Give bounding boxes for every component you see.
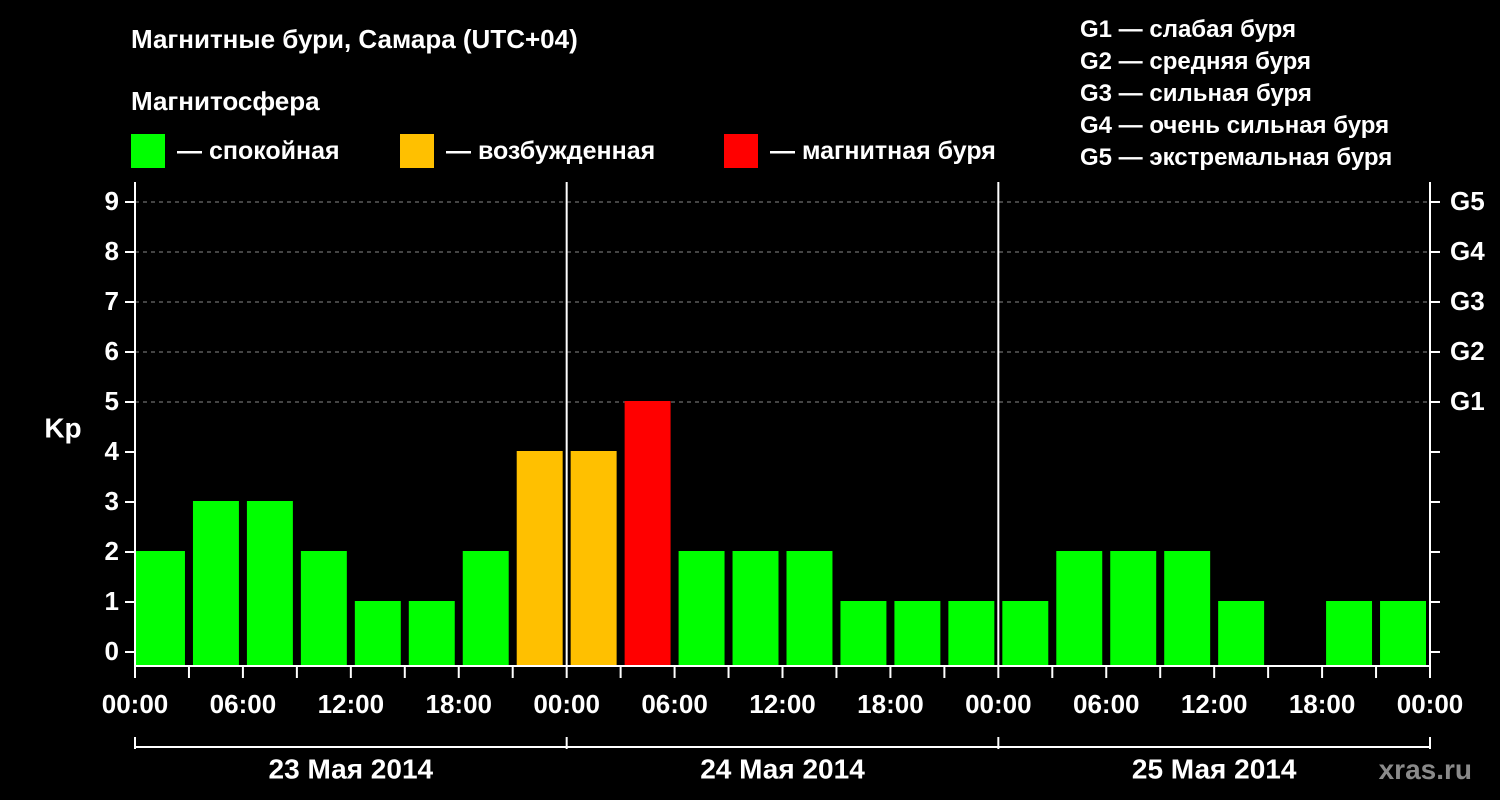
x-tick-label: 12:00 [749,689,816,719]
bar [732,551,779,666]
bar [624,401,671,666]
y-tick-label: 6 [105,336,119,366]
day-label: 25 Мая 2014 [1132,753,1297,784]
bar [1326,601,1373,666]
bar [354,601,401,666]
x-tick-label: 00:00 [533,689,600,719]
x-tick-label: 18:00 [857,689,924,719]
g-axis-label: G4 [1450,236,1485,266]
bar [1110,551,1157,666]
y-tick-label: 5 [105,386,119,416]
bar [192,501,239,666]
bar [135,551,185,666]
g-axis-label: G2 [1450,336,1485,366]
x-tick-label: 18:00 [1289,689,1356,719]
x-tick-label: 06:00 [210,689,277,719]
bar [894,601,941,666]
bar [1218,601,1265,666]
y-tick-label: 1 [105,586,119,616]
bar [840,601,887,666]
y-tick-label: 4 [105,436,120,466]
bar [1380,601,1426,666]
bar [516,451,563,666]
x-tick-label: 00:00 [102,689,169,719]
x-tick-label: 06:00 [641,689,708,719]
g-axis-label: G5 [1450,186,1485,216]
bar [678,551,725,666]
kp-chart: 0 1 2 3 4 5 6 7 8 9 G1 G2 G3 G4 G5 Kp 00:00 06:00 12:00 18:… [44,182,1485,784]
x-tick-label: 12:00 [318,689,385,719]
x-tick-label: 12:00 [1181,689,1248,719]
y-tick-label: 0 [105,636,119,666]
watermark: xras.ru [1378,754,1472,785]
bar [948,601,995,666]
bar [1002,601,1049,666]
g-axis-label: G1 [1450,386,1485,416]
x-tick-label: 18:00 [426,689,493,719]
bar [408,601,455,666]
y-tick-label: 2 [105,536,119,566]
x-tick-label: 06:00 [1073,689,1140,719]
bar [462,551,509,666]
day-label: 24 Мая 2014 [700,753,865,784]
y-tick-label: 9 [105,186,119,216]
bar [300,551,347,666]
y-axis-label: Kp [44,412,81,443]
bar [570,451,617,666]
day-label: 23 Мая 2014 [269,753,434,784]
bar [1164,551,1211,666]
y-tick-label: 7 [105,286,119,316]
x-tick-label: 00:00 [1397,689,1464,719]
bar [786,551,833,666]
y-tick-label: 3 [105,486,119,516]
y-tick-label: 8 [105,236,119,266]
bar [246,501,293,666]
g-axis-label: G3 [1450,286,1485,316]
bar [1056,551,1103,666]
x-tick-label: 00:00 [965,689,1032,719]
